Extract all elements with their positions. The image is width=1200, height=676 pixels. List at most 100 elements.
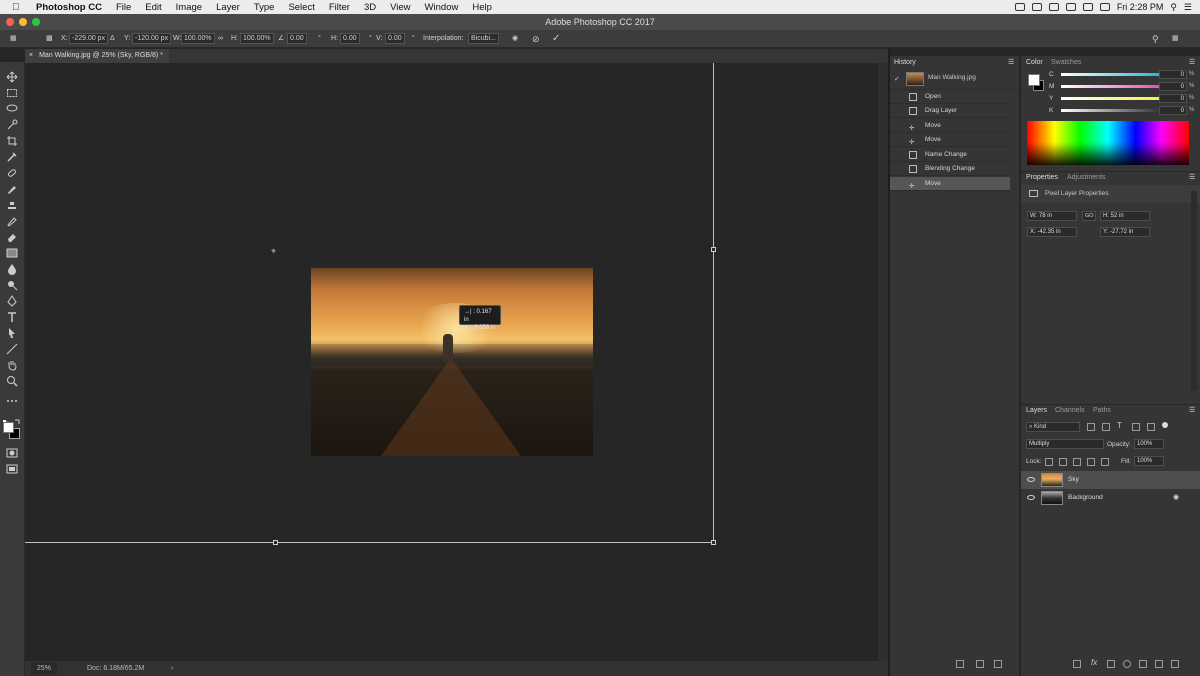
minimize-window-button[interactable] xyxy=(19,18,27,26)
cancel-transform-icon[interactable]: ⊘ xyxy=(532,33,540,45)
history-snapshot-row[interactable]: ✓ Man Walking.jpg xyxy=(890,70,1020,90)
opacity-field[interactable]: 100% xyxy=(1134,439,1164,449)
close-window-button[interactable] xyxy=(6,18,14,26)
yellow-value-field[interactable]: 0 xyxy=(1159,94,1187,103)
new-layer-icon[interactable] xyxy=(1155,660,1163,668)
layer-row-background[interactable]: Background ◉ xyxy=(1021,489,1200,507)
swatches-tab[interactable]: Swatches xyxy=(1051,57,1081,69)
healing-brush-tool-icon[interactable] xyxy=(6,166,18,178)
search-icon[interactable]: ⚲ xyxy=(1152,33,1159,45)
clone-stamp-tool-icon[interactable] xyxy=(6,198,18,210)
interpolation-select[interactable]: Bicubi... xyxy=(468,33,499,44)
apple-icon[interactable]:  xyxy=(12,2,24,13)
filter-type-layers-icon[interactable]: T xyxy=(1117,421,1122,430)
filter-smart-objects-icon[interactable] xyxy=(1147,423,1155,431)
menu-type[interactable]: Type xyxy=(254,2,275,13)
document-canvas[interactable]: →| : 0.167 in ⊥ : 0.056 in ⌖ xyxy=(25,63,878,661)
workspace-icon[interactable]: ▦ xyxy=(1172,33,1179,45)
dropbox-icon[interactable] xyxy=(1014,3,1025,11)
channels-tab[interactable]: Channels xyxy=(1055,405,1085,417)
properties-scrollbar[interactable] xyxy=(1191,191,1197,391)
screen-mode-icon[interactable] xyxy=(6,462,18,474)
eye-icon[interactable] xyxy=(1027,477,1035,482)
reference-point-icon[interactable]: ▩ xyxy=(46,33,53,45)
layers-panel-menu-icon[interactable]: ☰ xyxy=(1189,405,1195,417)
create-snapshot-icon[interactable] xyxy=(976,660,984,668)
history-panel-menu-icon[interactable]: ☰ xyxy=(1008,57,1014,69)
pen-tool-icon[interactable] xyxy=(6,294,18,307)
zoom-window-button[interactable] xyxy=(32,18,40,26)
delete-state-icon[interactable] xyxy=(994,660,1002,668)
paths-tab[interactable]: Paths xyxy=(1093,405,1111,417)
cyan-value-field[interactable]: 0 xyxy=(1159,70,1187,79)
commit-transform-icon[interactable]: ✓ xyxy=(552,33,560,45)
notification-list-icon[interactable]: ☰ xyxy=(1184,2,1192,13)
color-spectrum-ramp[interactable] xyxy=(1027,121,1189,165)
layer-name[interactable]: Background xyxy=(1068,489,1103,507)
transform-handle-bottom-right[interactable] xyxy=(711,540,716,545)
menu-image[interactable]: Image xyxy=(176,2,202,13)
battery-icon[interactable] xyxy=(1099,3,1110,11)
transform-box-right-edge[interactable] xyxy=(713,63,714,543)
eraser-tool-icon[interactable] xyxy=(6,230,18,242)
delete-layer-icon[interactable] xyxy=(1171,660,1179,668)
crop-tool-icon[interactable] xyxy=(6,134,18,146)
color-panel-menu-icon[interactable]: ☰ xyxy=(1189,57,1195,69)
layer-row-sky[interactable]: Sky xyxy=(1021,471,1200,489)
lock-all-icon[interactable] xyxy=(1101,458,1109,466)
marquee-tool-icon[interactable] xyxy=(6,86,18,98)
properties-y-field[interactable]: Y: -27.72 in xyxy=(1100,227,1150,237)
new-group-icon[interactable] xyxy=(1139,660,1147,668)
transform-handle-right[interactable] xyxy=(711,247,716,252)
history-state-open[interactable]: Open xyxy=(890,90,1010,104)
path-selection-tool-icon[interactable] xyxy=(6,326,18,338)
transform-reference-point-icon[interactable]: ⌖ xyxy=(271,246,276,257)
menu-filter[interactable]: Filter xyxy=(329,2,350,13)
menu-app-name[interactable]: Photoshop CC xyxy=(36,2,102,13)
link-layers-icon[interactable] xyxy=(1073,660,1081,668)
properties-link-icon[interactable]: GO xyxy=(1082,211,1096,221)
default-colors-icon[interactable] xyxy=(3,412,9,426)
height-field[interactable]: 100.00% xyxy=(240,33,274,44)
lock-icon[interactable]: ◉ xyxy=(1173,489,1179,507)
sky-layer-image[interactable] xyxy=(311,268,593,456)
menu-layer[interactable]: Layer xyxy=(216,2,240,13)
color-tab[interactable]: Color xyxy=(1026,57,1043,69)
y-position-field[interactable]: -120.00 px xyxy=(132,33,172,44)
zoom-tool-icon[interactable] xyxy=(6,374,18,387)
adjustments-tab[interactable]: Adjustments xyxy=(1067,172,1106,184)
transform-handle-bottom[interactable] xyxy=(273,540,278,545)
relative-position-icon[interactable]: Δ xyxy=(110,33,115,45)
canvas-vertical-scrollbar[interactable] xyxy=(878,63,888,661)
history-state-move-1[interactable]: ✛ Move xyxy=(890,119,1010,133)
creative-cloud-icon[interactable] xyxy=(1031,3,1042,11)
properties-width-field[interactable]: W: 78 in xyxy=(1027,211,1077,221)
blend-mode-select[interactable]: Multiply xyxy=(1026,439,1104,449)
menu-edit[interactable]: Edit xyxy=(145,2,161,13)
swap-colors-icon[interactable] xyxy=(14,412,20,424)
history-state-move-2[interactable]: ✛ Move xyxy=(890,133,1010,147)
h-skew-field[interactable]: 0.00 xyxy=(340,33,360,44)
filter-toggle-icon[interactable] xyxy=(1162,422,1168,428)
history-panel-tab[interactable]: History xyxy=(894,57,916,69)
menu-help[interactable]: Help xyxy=(472,2,492,13)
lasso-tool-icon[interactable] xyxy=(6,102,18,114)
status-menu-arrow[interactable]: › xyxy=(171,662,173,675)
quick-selection-tool-icon[interactable] xyxy=(6,118,18,130)
fill-field[interactable]: 100% xyxy=(1134,456,1164,466)
foreground-color-swatch[interactable] xyxy=(3,422,14,433)
zoom-level-field[interactable]: 25% xyxy=(31,662,58,675)
tool-preset-icon[interactable]: ▦ xyxy=(10,33,17,45)
properties-tab[interactable]: Properties xyxy=(1026,172,1058,184)
filter-shape-layers-icon[interactable] xyxy=(1132,423,1140,431)
magenta-value-field[interactable]: 0 xyxy=(1159,82,1187,91)
quick-mask-icon[interactable] xyxy=(6,446,18,458)
link-aspect-icon[interactable]: ∞ xyxy=(218,33,223,45)
menu-file[interactable]: File xyxy=(116,2,131,13)
menu-3d[interactable]: 3D xyxy=(364,2,376,13)
blur-tool-icon[interactable] xyxy=(6,262,18,275)
more-tools-icon[interactable] xyxy=(6,394,18,406)
layer-style-icon[interactable]: fx xyxy=(1091,658,1097,667)
history-state-blending-change[interactable]: Blending Change xyxy=(890,162,1010,176)
menubar-clock[interactable]: Fri 2:28 PM xyxy=(1117,2,1164,12)
